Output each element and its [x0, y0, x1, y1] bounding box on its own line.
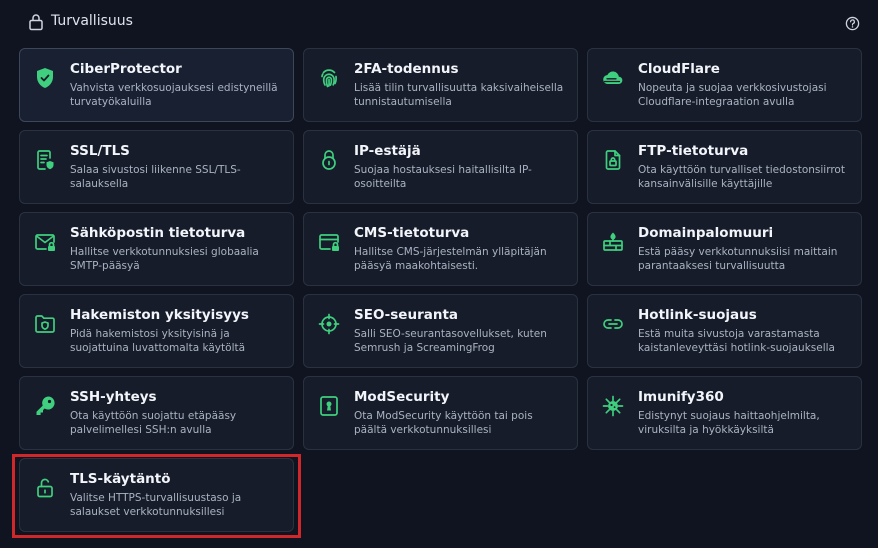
help-circle-icon[interactable]	[845, 16, 860, 31]
card-description: Pidä hakemistosi yksityisinä ja suojattu…	[70, 328, 246, 354]
card-ssh-yhteys[interactable]: SSH-yhteys Ota käyttöön suojattu etäpääs…	[19, 376, 294, 450]
card-title: Imunify360	[638, 389, 724, 405]
card-modsecurity[interactable]: ModSecurity Ota ModSecurity käyttöön tai…	[303, 376, 578, 450]
link-icon	[600, 311, 626, 337]
card-title: Hakemiston yksityisyys	[70, 307, 249, 323]
card-title: Sähköpostin tietoturva	[70, 225, 246, 241]
card-title: ModSecurity	[354, 389, 450, 405]
card-title: CiberProtector	[70, 61, 182, 77]
card-description: Ota käyttöön suojattu etäpääsy palvelime…	[70, 410, 237, 436]
file-lock-icon	[600, 147, 626, 173]
card-description: Estä pääsy verkkotunnuksiisi maittain pa…	[638, 246, 838, 272]
card-title: Domainpalomuuri	[638, 225, 774, 241]
card-description: Edistynyt suojaus haittaohjelmilta, viru…	[638, 410, 820, 436]
card-title: CloudFlare	[638, 61, 720, 77]
card-hotlink-suojaus[interactable]: Hotlink-suojaus Estä muita sivustoja var…	[587, 294, 862, 368]
card-ftp-tietoturva[interactable]: FTP-tietoturva Ota käyttöön turvalliset …	[587, 130, 862, 204]
window-lock-icon	[316, 229, 342, 255]
card-description: Nopeuta ja suojaa verkkosivustojasi Clou…	[638, 82, 827, 108]
card-hakemiston-yksityisyys[interactable]: Hakemiston yksityisyys Pidä hakemistosi …	[19, 294, 294, 368]
card-2fa-todennus[interactable]: 2FA-todennus Lisää tilin turvallisuutta …	[303, 48, 578, 122]
page-title: Turvallisuus	[51, 13, 133, 29]
card-title: FTP-tietoturva	[638, 143, 749, 159]
crosshair-icon	[316, 311, 342, 337]
card-cms-tietoturva[interactable]: CMS-tietoturva Hallitse CMS-järjestelmän…	[303, 212, 578, 286]
card-title: Hotlink-suojaus	[638, 307, 757, 323]
mail-lock-icon	[32, 229, 58, 255]
padlock-icon	[316, 147, 342, 173]
card-description: Hallitse verkkotunnuksiesi globaalia SMT…	[70, 246, 259, 272]
card-ip-estaja[interactable]: IP-estäjä Suojaa hostauksesi haitallisil…	[303, 130, 578, 204]
key-icon	[32, 393, 58, 419]
card-title: SSL/TLS	[70, 143, 130, 159]
lock-icon	[29, 14, 43, 31]
fingerprint-icon	[316, 65, 342, 91]
card-cloudflare[interactable]: CloudFlare Nopeuta ja suojaa verkkosivus…	[587, 48, 862, 122]
card-title: CMS-tietoturva	[354, 225, 470, 241]
card-description: Salli SEO-seurantasovellukset, kuten Sem…	[354, 328, 547, 354]
card-title: TLS-käytäntö	[70, 471, 171, 487]
shield-check-icon	[32, 65, 58, 91]
card-description: Suojaa hostauksesi haitallisilta IP-osoi…	[354, 164, 532, 190]
unlock-icon	[32, 475, 58, 501]
security-tools-grid: CiberProtector Vahvista verkkosuojaukses…	[19, 48, 862, 532]
card-title: SEO-seuranta	[354, 307, 459, 323]
card-sahkopostin-tietoturva[interactable]: Sähköpostin tietoturva Hallitse verkkotu…	[19, 212, 294, 286]
card-title: SSH-yhteys	[70, 389, 157, 405]
card-imunify360[interactable]: Imunify360 Edistynyt suojaus haittaohjel…	[587, 376, 862, 450]
card-tls-kaytanto[interactable]: TLS-käytäntö Valitse HTTPS-turvallisuust…	[19, 458, 294, 532]
card-ciberprotector[interactable]: CiberProtector Vahvista verkkosuojaukses…	[19, 48, 294, 122]
certificate-icon	[32, 147, 58, 173]
card-description: Ota käyttöön turvalliset tiedostonsiirro…	[638, 164, 845, 190]
card-description: Salaa sivustosi liikenne SSL/TLS-salauks…	[70, 164, 241, 190]
card-description: Vahvista verkkosuojauksesi edistyneillä …	[70, 82, 278, 108]
card-domainpalomuuri[interactable]: Domainpalomuuri Estä pääsy verkkotunnuks…	[587, 212, 862, 286]
card-description: Lisää tilin turvallisuutta kaksivaiheise…	[354, 82, 564, 108]
card-description: Valitse HTTPS-turvallisuustaso ja salauk…	[70, 492, 242, 518]
card-description: Hallitse CMS-järjestelmän ylläpitäjän pä…	[354, 246, 547, 272]
virus-icon	[600, 393, 626, 419]
card-description: Ota ModSecurity käyttöön tai pois päältä…	[354, 410, 533, 436]
firewall-icon	[600, 229, 626, 255]
keyhole-icon	[316, 393, 342, 419]
page-header: Turvallisuus	[0, 0, 878, 44]
cloud-icon	[600, 65, 626, 91]
card-seo-seuranta[interactable]: SEO-seuranta Salli SEO-seurantasovelluks…	[303, 294, 578, 368]
card-title: 2FA-todennus	[354, 61, 459, 77]
card-description: Estä muita sivustoja varastamasta kaista…	[638, 328, 835, 354]
folder-shield-icon	[32, 311, 58, 337]
card-ssl-tls[interactable]: SSL/TLS Salaa sivustosi liikenne SSL/TLS…	[19, 130, 294, 204]
card-title: IP-estäjä	[354, 143, 421, 159]
